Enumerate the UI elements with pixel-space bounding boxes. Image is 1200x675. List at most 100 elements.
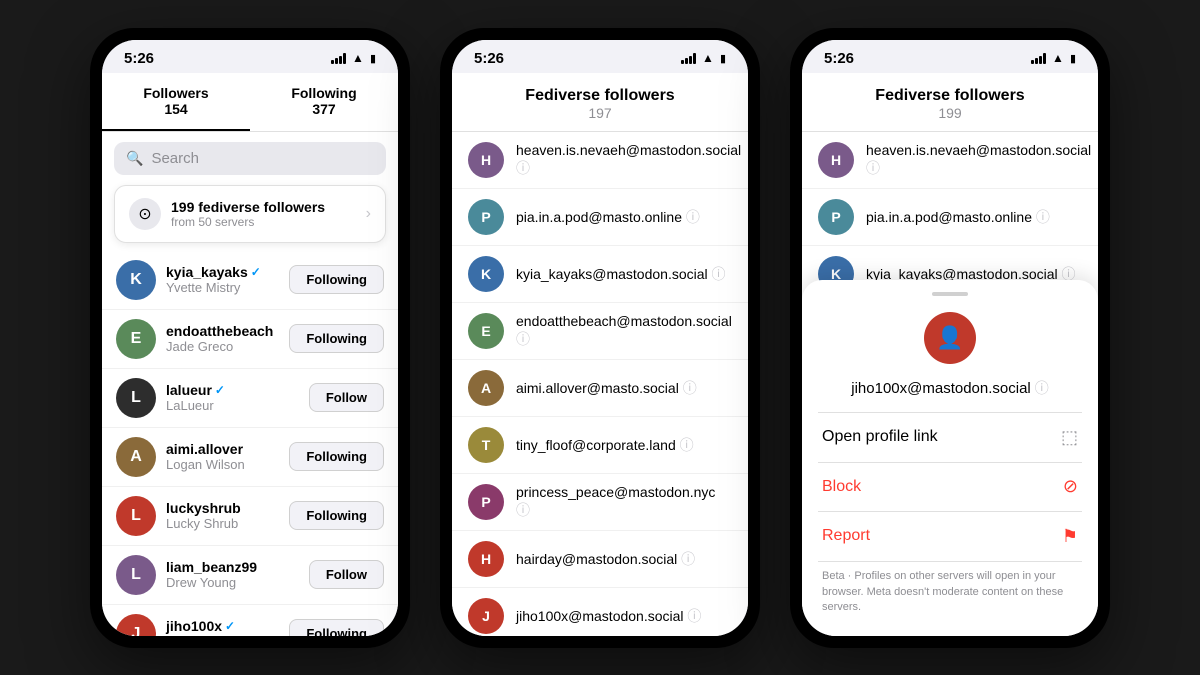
sheet-username-text: jiho100x@mastodon.social	[851, 380, 1031, 397]
verified-badge-icon: ✓	[215, 383, 225, 397]
search-bar[interactable]: 🔍 Search	[114, 142, 386, 175]
action-sheet-screen: Fediverse followers 199 Hheaven.is.nevae…	[802, 73, 1098, 636]
following-button[interactable]: Following	[289, 442, 384, 471]
info-icon: ⓘ	[1032, 209, 1050, 225]
fediverse-chevron-icon: ›	[366, 205, 371, 223]
avatar: A	[116, 437, 156, 477]
search-icon: 🔍	[126, 150, 143, 167]
fedi-user-row[interactable]: Ttiny_floof@corporate.land ⓘ	[452, 417, 748, 474]
user-info: kyia_kayaks✓Yvette Mistry	[166, 264, 279, 295]
info-icon: ⓘ	[866, 160, 880, 176]
user-info: endoatthebeachJade Greco	[166, 323, 279, 354]
user-info: jiho100x✓Cassandra Taylor	[166, 618, 279, 636]
user-display-name: Logan Wilson	[166, 457, 279, 472]
avatar: H	[818, 142, 854, 178]
fedi-user-handle: heaven.is.nevaeh@mastodon.social ⓘ	[516, 142, 741, 178]
battery-icon: ▮	[370, 52, 376, 65]
report-action[interactable]: Report ⚑	[802, 512, 1098, 561]
open-profile-action[interactable]: Open profile link ⬚	[802, 413, 1098, 462]
fedi-user-handle: pia.in.a.pod@masto.online ⓘ	[866, 207, 1050, 227]
block-action[interactable]: Block ⊘	[802, 462, 1098, 511]
info-icon: ⓘ	[708, 266, 726, 282]
fedi-user-handle: heaven.is.nevaeh@mastodon.social ⓘ	[866, 142, 1091, 178]
fedi-list-header-2: Fediverse followers 197	[452, 73, 748, 132]
phone-1: 5:26 ▲ ▮ Followers 154 Fol	[90, 28, 410, 648]
tab-following-label: Following	[258, 85, 390, 101]
follower-row: Jjiho100x✓Cassandra Taylor Following	[102, 605, 398, 636]
avatar: E	[468, 313, 504, 349]
avatar: L	[116, 496, 156, 536]
fediverse-icon: ⊙	[129, 198, 161, 230]
info-icon: ⓘ	[516, 160, 530, 176]
user-handle: liam_beanz99	[166, 559, 299, 575]
follower-row: EendoatthebeachJade GrecoFollowing	[102, 310, 398, 369]
fedi-user-row[interactable]: Hhairday@mastodon.social ⓘ	[452, 531, 748, 588]
follower-row: Kkyia_kayaks✓Yvette Mistry Following	[102, 251, 398, 310]
following-button[interactable]: Following	[289, 619, 384, 636]
wifi-icon: ▲	[352, 51, 364, 65]
info-icon: ⓘ	[682, 209, 700, 225]
user-handle: jiho100x✓	[166, 618, 279, 634]
fedi-user-handle: pia.in.a.pod@masto.online ⓘ	[516, 207, 700, 227]
user-info: luckyshrubLucky Shrub	[166, 500, 279, 531]
phone-3: 5:26 ▲ ▮ Fediverse followers 199 Hhea	[790, 28, 1110, 648]
fedi-user-handle: tiny_floof@corporate.land ⓘ	[516, 435, 694, 455]
follow-button[interactable]: Follow	[309, 383, 384, 412]
verified-badge-icon: ✓	[251, 265, 261, 279]
avatar: H	[468, 541, 504, 577]
info-icon: ⓘ	[676, 437, 694, 453]
fedi-user-row[interactable]: Kkyia_kayaks@mastodon.social ⓘ	[452, 246, 748, 303]
fedi-user-row[interactable]: Ppia.in.a.pod@masto.online ⓘ	[452, 189, 748, 246]
time-2: 5:26	[474, 50, 504, 67]
sheet-username: jiho100x@mastodon.social ⓘ	[802, 372, 1098, 412]
battery-icon-2: ▮	[720, 52, 726, 65]
avatar: A	[468, 370, 504, 406]
follower-row: LluckyshrubLucky Shrub Following	[102, 487, 398, 546]
info-icon: ⓘ	[516, 331, 530, 347]
user-display-name: Yvette Mistry	[166, 280, 279, 295]
fediverse-title: 199 fediverse followers	[171, 199, 356, 215]
follower-row: Aaimi.alloverLogan Wilson Following	[102, 428, 398, 487]
avatar: K	[116, 260, 156, 300]
fedi-user-row[interactable]: Ppia.in.a.pod@masto.online ⓘ	[802, 189, 1098, 246]
fedi-user-handle: kyia_kayaks@mastodon.social ⓘ	[516, 264, 726, 284]
open-profile-label: Open profile link	[822, 428, 938, 446]
report-icon: ⚑	[1062, 526, 1078, 547]
fedi-user-row[interactable]: Jjiho100x@mastodon.social ⓘ	[452, 588, 748, 636]
following-button[interactable]: Following	[289, 324, 384, 353]
status-bar-3: 5:26 ▲ ▮	[802, 40, 1098, 73]
status-icons-2: ▲ ▮	[681, 51, 726, 65]
followers-list: Kkyia_kayaks✓Yvette MistryFollowingEendo…	[102, 251, 398, 636]
wifi-icon-2: ▲	[702, 51, 714, 65]
fedi-user-row[interactable]: Hheaven.is.nevaeh@mastodon.social ⓘ	[452, 132, 748, 189]
tab-followers[interactable]: Followers 154	[102, 73, 250, 131]
fedi-list-count-2: 197	[468, 105, 732, 121]
user-display-name: Cassandra Taylor	[166, 634, 279, 636]
tab-following-count: 377	[258, 101, 390, 117]
battery-icon-3: ▮	[1070, 52, 1076, 65]
sheet-username-info-icon: ⓘ	[1035, 378, 1049, 398]
avatar: P	[818, 199, 854, 235]
tab-following[interactable]: Following 377	[250, 73, 398, 131]
status-icons-3: ▲ ▮	[1031, 51, 1076, 65]
user-info: liam_beanz99Drew Young	[166, 559, 299, 590]
following-button[interactable]: Following	[289, 501, 384, 530]
fedi-user-handle: aimi.allover@masto.social ⓘ	[516, 378, 697, 398]
fedi-user-row[interactable]: Aaimi.allover@masto.social ⓘ	[452, 360, 748, 417]
avatar: J	[116, 614, 156, 636]
fedi-user-row[interactable]: Pprincess_peace@mastodon.nyc ⓘ	[452, 474, 748, 531]
fediverse-banner[interactable]: ⊙ 199 fediverse followers from 50 server…	[114, 185, 386, 243]
fedi-list-count-3: 199	[818, 105, 1082, 121]
follow-button[interactable]: Follow	[309, 560, 384, 589]
user-display-name: LaLueur	[166, 398, 299, 413]
avatar: P	[468, 484, 504, 520]
user-display-name: Jade Greco	[166, 339, 279, 354]
user-handle: endoatthebeach	[166, 323, 279, 339]
fedi-user-row[interactable]: Hheaven.is.nevaeh@mastodon.social ⓘ	[802, 132, 1098, 189]
user-info: aimi.alloverLogan Wilson	[166, 441, 279, 472]
fedi-user-row[interactable]: Eendoatthebeach@mastodon.social ⓘ	[452, 303, 748, 360]
following-button[interactable]: Following	[289, 265, 384, 294]
sheet-beta-text: Beta · Profiles on other servers will op…	[802, 561, 1098, 615]
info-icon: ⓘ	[1058, 266, 1076, 282]
user-handle: aimi.allover	[166, 441, 279, 457]
